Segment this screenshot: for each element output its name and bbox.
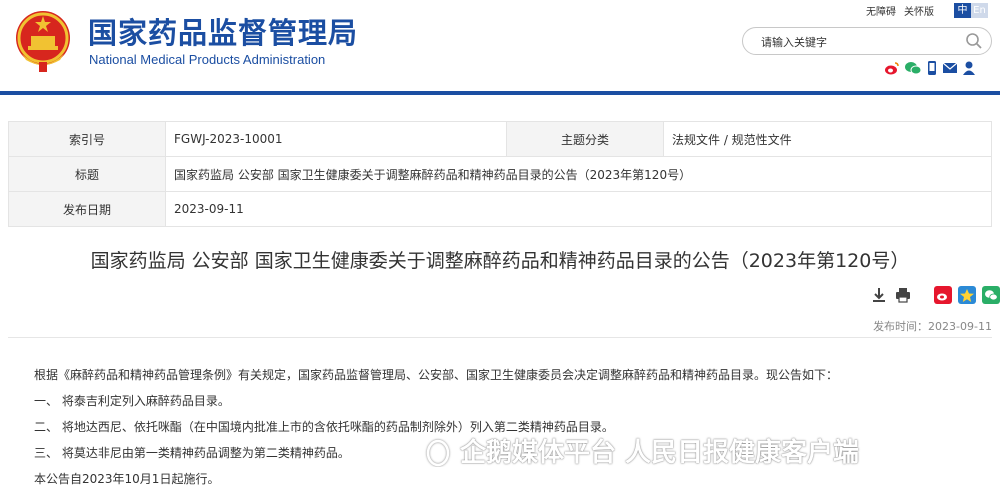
date-label: 发布日期 — [8, 191, 166, 227]
paragraph: 根据《麻醉药品和精神药品管理条例》有关规定，国家药品监督管理局、公安部、国家卫生… — [34, 368, 839, 382]
article-tools — [870, 286, 1000, 304]
top-links: 无障碍 关怀版 中 En — [866, 3, 988, 18]
print-icon[interactable] — [894, 286, 912, 304]
search-icon[interactable] — [965, 32, 983, 50]
date-value: 2023-09-11 — [165, 191, 992, 227]
table-row: 索引号 FGWJ-2023-10001 主题分类 法规文件 / 规范性文件 — [8, 121, 992, 157]
national-emblem-icon — [16, 11, 70, 72]
category-label: 主题分类 — [506, 121, 664, 157]
share-qzone-icon[interactable] — [958, 286, 976, 304]
social-links — [884, 60, 976, 76]
article-body: 根据《麻醉药品和精神药品管理条例》有关规定，国家药品监督管理局、公安部、国家卫生… — [34, 362, 974, 492]
lang-en-button[interactable]: En — [971, 3, 988, 18]
table-row: 标题 国家药监局 公安部 国家卫生健康委关于调整麻醉药品和精神药品目录的公告（2… — [8, 156, 992, 192]
search-box — [742, 27, 992, 55]
tools-spacer — [918, 286, 928, 304]
download-icon[interactable] — [870, 286, 888, 304]
mail-icon[interactable] — [942, 60, 958, 76]
publish-time: 发布时间：2023-09-11 — [873, 320, 992, 333]
wechat-icon[interactable] — [904, 60, 922, 76]
title-value: 国家药监局 公安部 国家卫生健康委关于调整麻醉药品和精神药品目录的公告（2023… — [165, 156, 992, 192]
language-switch: 中 En — [954, 3, 988, 18]
article-title: 国家药监局 公安部 国家卫生健康委关于调整麻醉药品和精神药品目录的公告（2023… — [90, 250, 910, 272]
mobile-icon[interactable] — [926, 60, 938, 76]
site-subtitle: National Medical Products Administration — [89, 52, 326, 67]
index-value: FGWJ-2023-10001 — [165, 121, 507, 157]
penguin-logo-icon — [426, 439, 450, 466]
content-divider — [8, 337, 992, 338]
paragraph: 一、 将泰吉利定列入麻醉药品目录。 — [34, 394, 230, 408]
weibo-icon[interactable] — [884, 60, 900, 76]
care-mode-link[interactable]: 关怀版 — [904, 3, 934, 18]
category-value: 法规文件 / 规范性文件 — [663, 121, 992, 157]
search-input[interactable] — [759, 32, 963, 52]
share-weibo-icon[interactable] — [934, 286, 952, 304]
site-header: 国家药品监督管理局 National Medical Products Admi… — [0, 0, 1000, 92]
watermark-text: 企鹅媒体平台 人民日报健康客户端 — [460, 438, 860, 468]
site-title[interactable]: 国家药品监督管理局 — [88, 10, 358, 52]
share-wechat-icon[interactable] — [982, 286, 1000, 304]
watermark: 企鹅媒体平台 人民日报健康客户端 — [422, 432, 859, 469]
header-divider — [0, 91, 1000, 95]
table-row: 发布日期 2023-09-11 — [8, 191, 992, 227]
info-table: 索引号 FGWJ-2023-10001 主题分类 法规文件 / 规范性文件 标题… — [8, 121, 992, 227]
index-label: 索引号 — [8, 121, 166, 157]
title-label: 标题 — [8, 156, 166, 192]
accessibility-link[interactable]: 无障碍 — [866, 3, 896, 18]
lang-zh-button[interactable]: 中 — [954, 3, 971, 18]
paragraph: 本公告自2023年10月1日起施行。 — [34, 472, 220, 486]
person-icon[interactable] — [962, 60, 976, 76]
